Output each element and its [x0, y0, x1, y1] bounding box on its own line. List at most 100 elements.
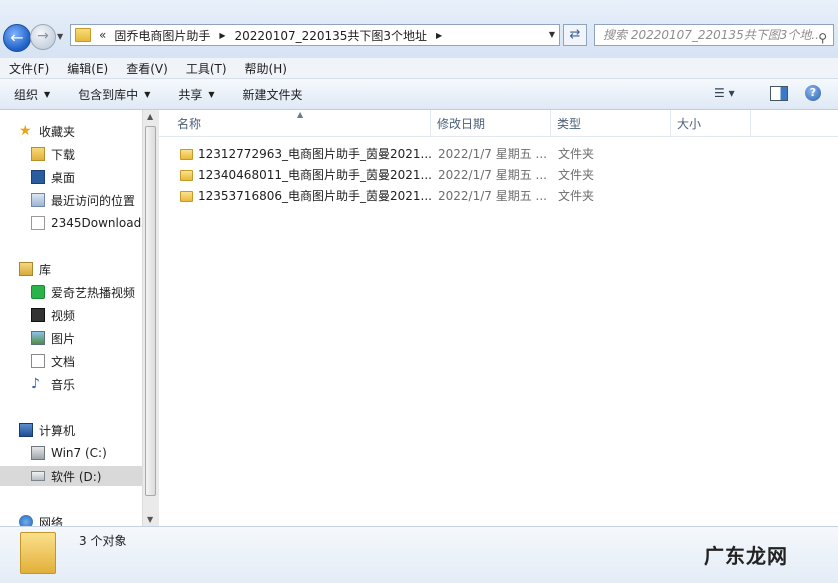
menu-file[interactable]: 文件(F)	[0, 60, 58, 77]
menu-tools[interactable]: 工具(T)	[177, 60, 236, 77]
file-row[interactable]: 12340468011_电商图片助手_茵曼2021... 2022/1/7 星期…	[159, 165, 838, 186]
star-icon: ★	[19, 123, 32, 139]
drive-icon	[31, 471, 45, 481]
computer-icon	[19, 423, 33, 437]
column-header-type[interactable]: 类型	[551, 110, 671, 136]
desktop-icon	[31, 170, 45, 184]
file-type: 文件夹	[558, 147, 595, 161]
scroll-up-icon[interactable]: ▲	[147, 112, 153, 121]
menu-view[interactable]: 查看(V)	[117, 60, 177, 77]
nav-downloads-label: 下载	[51, 147, 76, 162]
breadcrumb-separator-icon[interactable]: ▶	[436, 31, 442, 40]
menu-edit[interactable]: 编辑(E)	[58, 60, 117, 77]
search-placeholder: 搜索 20220107_220135共下图3个地...	[603, 28, 823, 42]
nav-computer[interactable]: 计算机	[0, 420, 142, 440]
search-input[interactable]: 搜索 20220107_220135共下图3个地... ⚲	[594, 24, 834, 46]
nav-recent[interactable]: 最近访问的位置	[0, 190, 142, 210]
column-header-name[interactable]: 名称	[171, 110, 431, 136]
breadcrumb-segment[interactable]: 固乔电商图片助手	[114, 27, 210, 44]
nav-network[interactable]: 网络	[0, 512, 142, 526]
organize-label: 组织	[14, 87, 39, 102]
nav-desktop-label: 桌面	[51, 170, 76, 185]
column-header-date[interactable]: 修改日期	[431, 110, 551, 136]
chevron-down-icon: ▼	[208, 89, 215, 99]
music-note-icon: ♪	[31, 376, 40, 392]
nav-documents[interactable]: 文档	[0, 351, 142, 371]
watermark-text: 广东龙网	[704, 544, 788, 568]
scrollbar-thumb[interactable]	[145, 126, 156, 496]
nav-drive-d[interactable]: 软件 (D:)	[0, 466, 142, 486]
nav-pane-scrollbar[interactable]: ▲ ▼	[142, 110, 159, 526]
navigation-pane: ★ 收藏夹 下载 桌面 最近访问的位置 2345Downloads 库 爱奇艺热…	[0, 110, 142, 526]
search-icon[interactable]: ⚲	[818, 28, 827, 45]
forward-arrow-icon[interactable]: →	[30, 24, 56, 50]
file-row[interactable]: 12312772963_电商图片助手_茵曼2021... 2022/1/7 星期…	[159, 144, 838, 165]
preview-pane-icon[interactable]	[770, 86, 788, 101]
nav-2345downloads[interactable]: 2345Downloads	[0, 213, 142, 233]
folder-icon	[180, 149, 193, 160]
refresh-icon[interactable]: ⇄	[563, 24, 587, 46]
iqiyi-icon	[31, 285, 45, 299]
file-date: 2022/1/7 星期五 ...	[438, 147, 547, 161]
system-drive-icon	[31, 446, 45, 460]
library-icon	[19, 262, 33, 276]
back-arrow-icon[interactable]: ←	[3, 24, 31, 52]
folder-icon	[75, 28, 91, 42]
column-header-row: ▲ 名称 修改日期 类型 大小	[159, 110, 838, 137]
download-folder-icon	[31, 147, 45, 161]
scroll-down-icon[interactable]: ▼	[147, 515, 153, 524]
folder-icon	[20, 532, 56, 574]
column-header-size[interactable]: 大小	[671, 110, 751, 136]
share-label: 共享	[178, 87, 203, 102]
recent-places-icon	[31, 193, 45, 207]
file-name: 12353716806_电商图片助手_茵曼2021...	[198, 189, 432, 203]
menu-help[interactable]: 帮助(H)	[236, 60, 296, 77]
nav-favorites-label: 收藏夹	[39, 124, 76, 139]
address-dropdown-icon[interactable]: ▼	[549, 30, 555, 39]
chevron-down-icon: ▼	[144, 89, 151, 99]
nav-documents-label: 文档	[51, 354, 76, 369]
history-dropdown-icon[interactable]: ▼	[57, 32, 63, 41]
nav-libraries[interactable]: 库	[0, 259, 142, 279]
change-view-icon[interactable]: ☰ ▾	[714, 86, 735, 100]
nav-drive-d-label: 软件 (D:)	[51, 469, 102, 484]
breadcrumb-separator-icon[interactable]: ▶	[219, 31, 225, 40]
breadcrumb-segment[interactable]: 20220107_220135共下图3个地址	[235, 27, 428, 44]
folder-icon	[180, 170, 193, 181]
include-label: 包含到库中	[78, 87, 139, 102]
new-folder-button[interactable]: 新建文件夹	[229, 86, 317, 103]
file-name: 12312772963_电商图片助手_茵曼2021...	[198, 147, 432, 161]
nav-network-label: 网络	[39, 515, 64, 527]
nav-2345downloads-label: 2345Downloads	[51, 216, 142, 230]
nav-iqiyi[interactable]: 爱奇艺热播视频	[0, 282, 142, 302]
file-date: 2022/1/7 星期五 ...	[438, 189, 547, 203]
organize-button[interactable]: 组织 ▼	[0, 86, 64, 103]
nav-recent-label: 最近访问的位置	[51, 193, 136, 208]
nav-downloads[interactable]: 下载	[0, 144, 142, 164]
file-row[interactable]: 12353716806_电商图片助手_茵曼2021... 2022/1/7 星期…	[159, 186, 838, 207]
command-toolbar: 组织 ▼ 包含到库中 ▼ 共享 ▼ 新建文件夹	[0, 79, 838, 110]
breadcrumb-overflow[interactable]: «	[99, 28, 106, 42]
file-type: 文件夹	[558, 189, 595, 203]
nav-drive-c[interactable]: Win7 (C:)	[0, 443, 142, 463]
file-type: 文件夹	[558, 168, 595, 182]
menu-bar: 文件(F) 编辑(E) 查看(V) 工具(T) 帮助(H)	[0, 58, 838, 79]
help-icon[interactable]: ?	[805, 85, 821, 101]
file-list: ▲ 名称 修改日期 类型 大小 12312772963_电商图片助手_茵曼202…	[159, 110, 838, 526]
nav-favorites[interactable]: ★ 收藏夹	[0, 121, 142, 141]
share-button[interactable]: 共享 ▼	[164, 86, 228, 103]
picture-icon	[31, 331, 45, 345]
nav-music-label: 音乐	[51, 377, 76, 392]
nav-iqiyi-label: 爱奇艺热播视频	[51, 285, 136, 300]
nav-pictures[interactable]: 图片	[0, 328, 142, 348]
video-icon	[31, 308, 45, 322]
file-icon	[31, 216, 45, 230]
nav-videos-label: 视频	[51, 308, 76, 323]
chevron-down-icon: ▼	[44, 89, 51, 99]
item-count: 3 个对象	[79, 534, 127, 548]
nav-music[interactable]: ♪ 音乐	[0, 374, 142, 394]
nav-videos[interactable]: 视频	[0, 305, 142, 325]
nav-desktop[interactable]: 桌面	[0, 167, 142, 187]
address-bar[interactable]: « 固乔电商图片助手 ▶ 20220107_220135共下图3个地址 ▶ ▼	[70, 24, 560, 46]
include-in-library-button[interactable]: 包含到库中 ▼	[64, 86, 164, 103]
